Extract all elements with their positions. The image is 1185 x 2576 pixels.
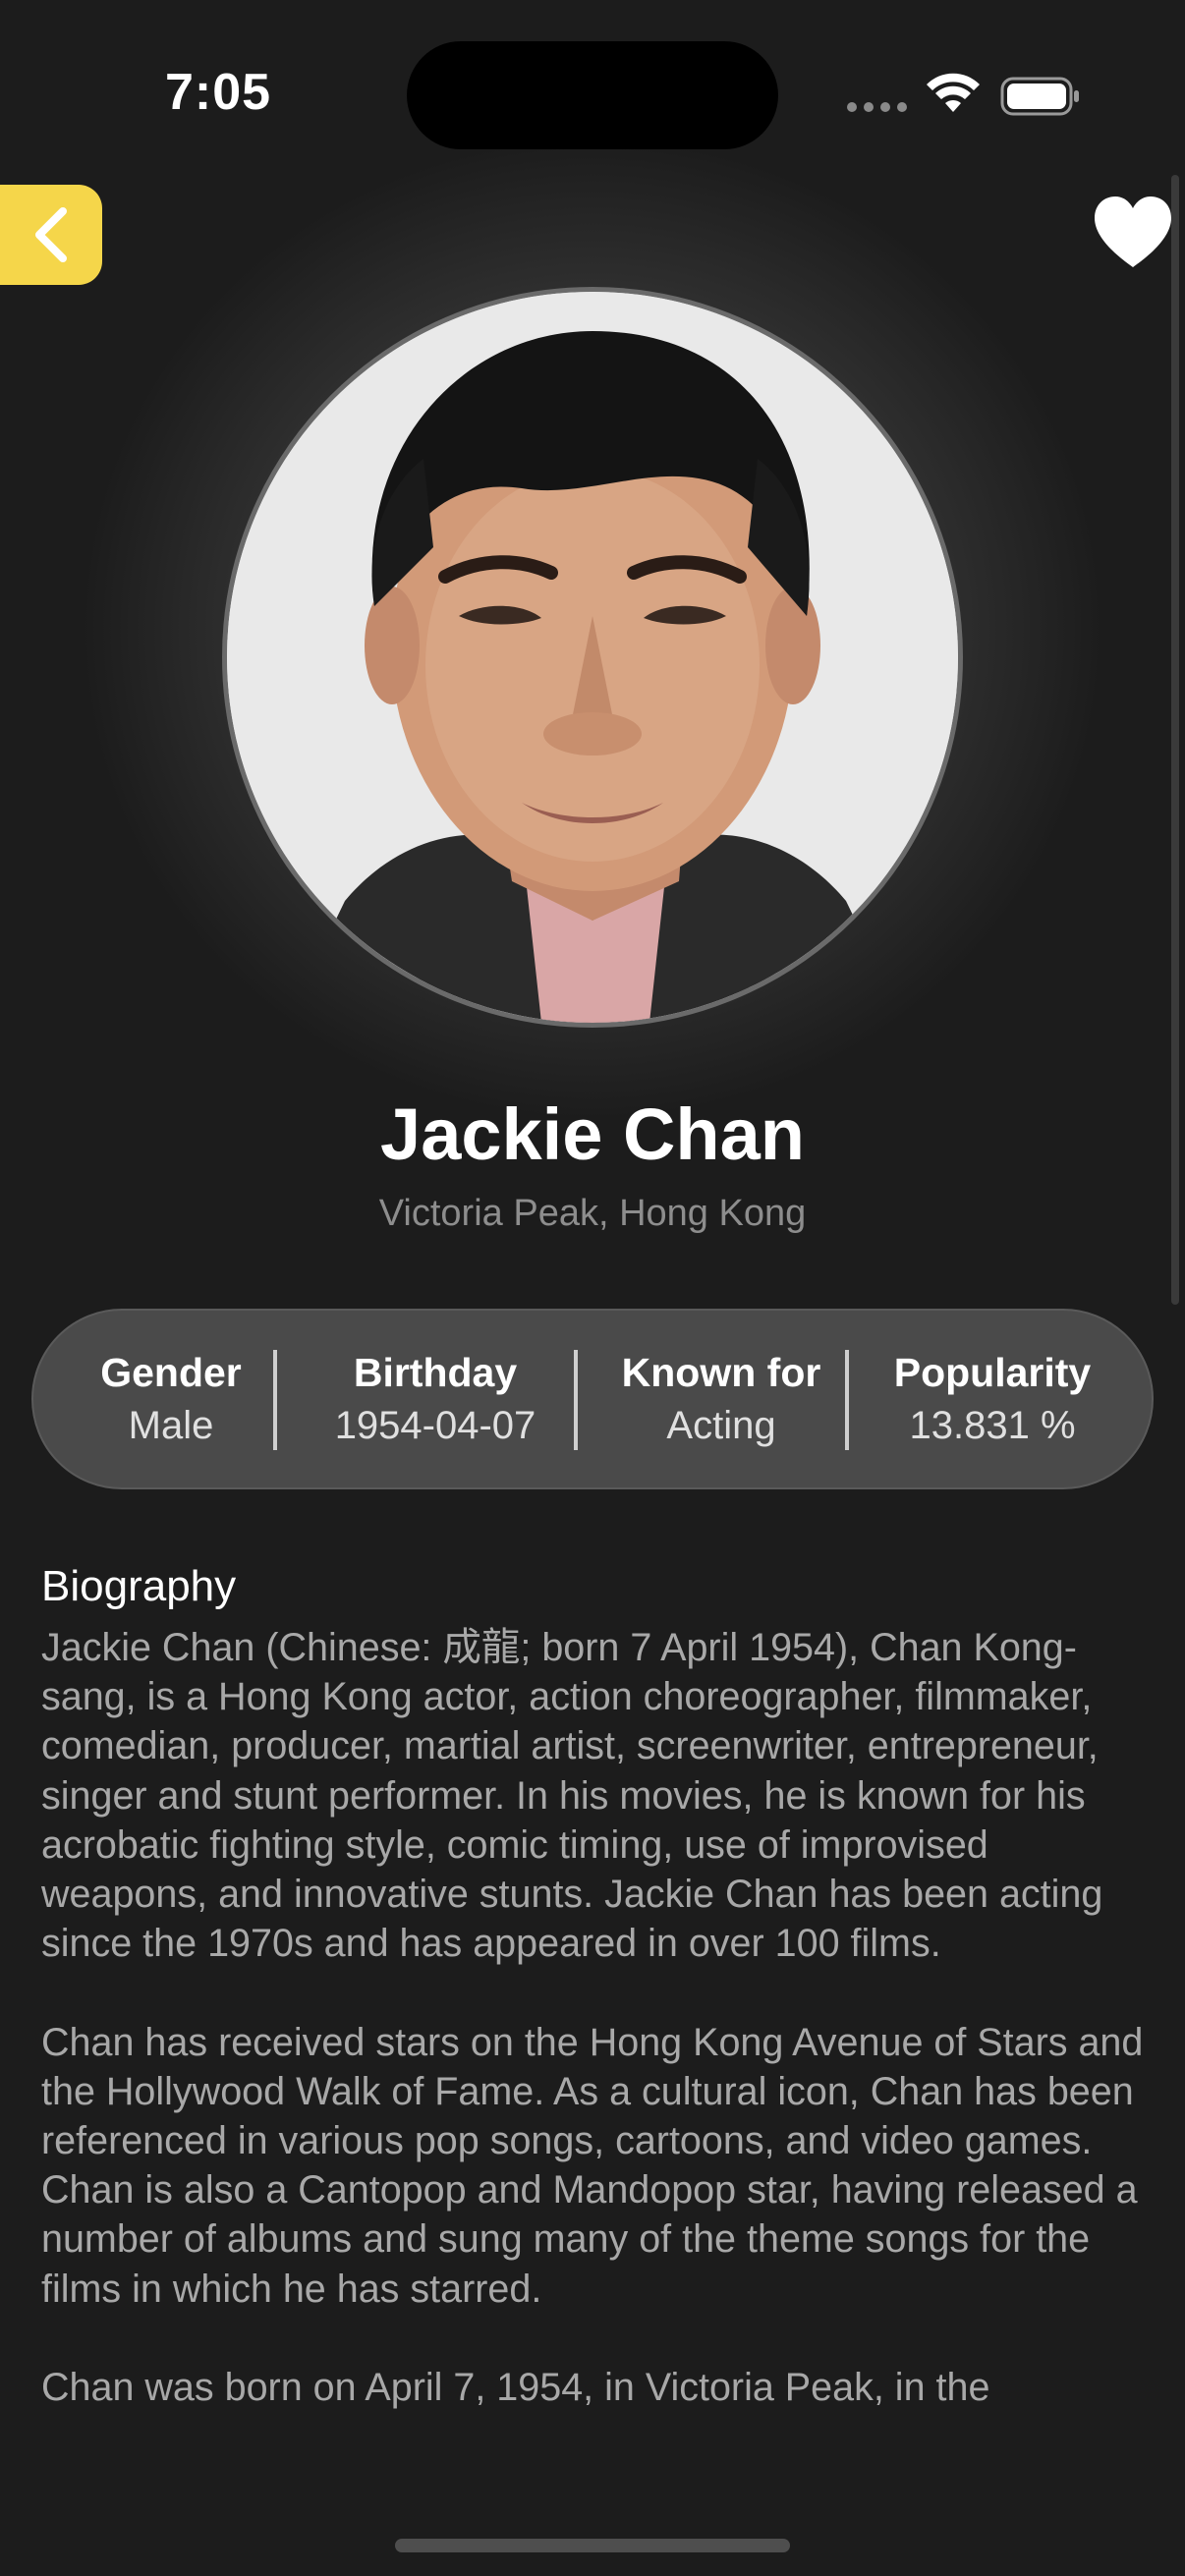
home-indicator[interactable]	[395, 2539, 790, 2552]
popularity-label: Popularity	[893, 1350, 1092, 1395]
info-birthday: Birthday 1954-04-07	[293, 1350, 578, 1448]
biography-text: Jackie Chan (Chinese: 成龍; born 7 April 1…	[41, 1626, 1144, 2410]
cellular-signal-icon	[847, 102, 907, 112]
popularity-value: 13.831 %	[909, 1404, 1076, 1447]
favorite-button[interactable]	[1089, 189, 1177, 277]
battery-icon	[1000, 77, 1079, 116]
birthday-value: 1954-04-07	[334, 1404, 536, 1447]
info-gender: Gender Male	[67, 1350, 275, 1448]
info-summary-pill: Gender Male Birthday 1954-04-07 Known fo…	[31, 1309, 1154, 1489]
gender-label: Gender	[100, 1350, 242, 1395]
wifi-icon	[927, 73, 980, 112]
biography-title: Biography	[41, 1562, 237, 1610]
info-divider	[845, 1350, 849, 1450]
info-popularity: Popularity 13.831 %	[865, 1350, 1120, 1448]
known-for-value: Acting	[666, 1404, 776, 1447]
dynamic-island	[407, 41, 778, 149]
info-known-for: Known for Acting	[593, 1350, 849, 1448]
place-of-birth: Victoria Peak, Hong Kong	[378, 1193, 807, 1234]
chevron-left-icon	[35, 207, 67, 262]
info-divider	[273, 1350, 277, 1450]
back-button[interactable]	[0, 185, 102, 285]
heart-icon	[1095, 196, 1171, 267]
gender-value: Male	[128, 1404, 214, 1447]
birthday-label: Birthday	[353, 1350, 518, 1395]
person-name: Jackie Chan	[380, 1093, 805, 1175]
status-time: 7:05	[165, 64, 272, 121]
known-for-label: Known for	[621, 1350, 821, 1395]
profile-photo	[222, 287, 963, 1028]
info-divider	[574, 1350, 578, 1450]
